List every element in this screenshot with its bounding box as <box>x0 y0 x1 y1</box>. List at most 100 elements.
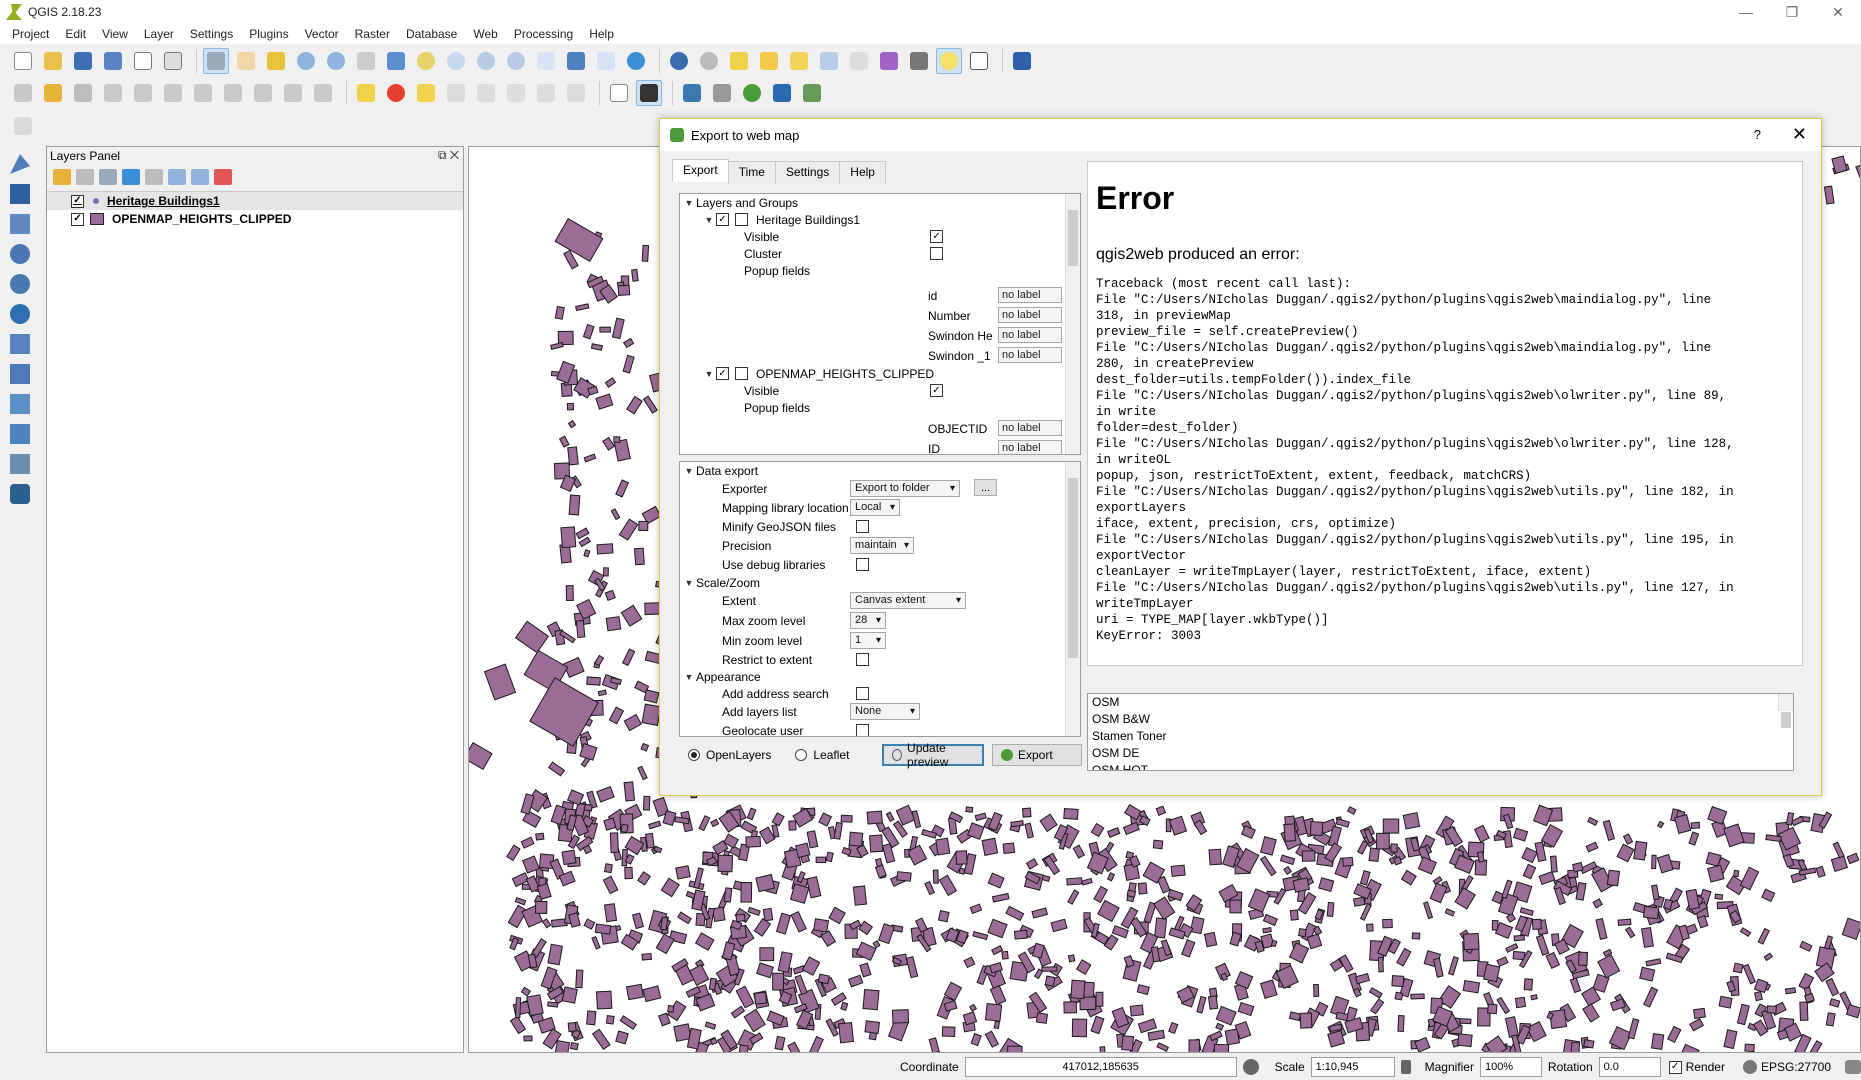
add-postgis-icon[interactable] <box>5 270 35 298</box>
menu-edit[interactable]: Edit <box>57 27 94 41</box>
new-map-view-icon[interactable] <box>533 48 559 74</box>
add-web-layer-icon[interactable] <box>799 80 825 106</box>
render-checkbox[interactable]: ✓ <box>1668 1060 1682 1074</box>
rotation-field[interactable]: 0.0 <box>1598 1057 1661 1077</box>
processing-toolbox-icon[interactable] <box>709 80 735 106</box>
basemap-item[interactable]: OSM <box>1088 694 1793 711</box>
dialog-help-button[interactable]: ? <box>1754 127 1761 142</box>
tree-scrollbar[interactable] <box>1065 194 1080 454</box>
tab-help[interactable]: Help <box>839 161 886 184</box>
layer-visibility-checkbox[interactable]: ✓ <box>71 212 84 226</box>
globe-dark-icon[interactable] <box>636 80 662 106</box>
select-features-icon[interactable] <box>726 48 752 74</box>
layer-visibility-checkbox[interactable]: ✓ <box>71 194 84 208</box>
basemap-scrollbar[interactable] <box>1778 694 1793 728</box>
field-label-input[interactable]: no label <box>998 287 1062 303</box>
paste-icon[interactable] <box>310 80 336 106</box>
add-spatialite-icon[interactable] <box>5 240 35 268</box>
attribute-table-icon[interactable] <box>816 48 842 74</box>
visible-checkbox[interactable]: ✓ <box>930 384 943 397</box>
cluster-checkbox[interactable] <box>930 247 943 260</box>
add-raster-layer-icon[interactable] <box>5 180 35 208</box>
touch-zoom-icon[interactable] <box>203 48 229 74</box>
magnifier-field[interactable]: 100% <box>1479 1057 1542 1077</box>
statistics-sigma-icon[interactable] <box>876 48 902 74</box>
save-project-icon[interactable] <box>70 48 96 74</box>
highlight-label-icon[interactable] <box>413 80 439 106</box>
menu-help[interactable]: Help <box>581 27 622 41</box>
help-context-icon[interactable] <box>1009 48 1035 74</box>
debug-checkbox[interactable] <box>856 558 869 571</box>
menu-settings[interactable]: Settings <box>182 27 241 41</box>
field-label-input[interactable]: no label <box>998 347 1062 363</box>
minzoom-select[interactable]: 1 <box>850 632 886 649</box>
zoom-to-selection-icon[interactable] <box>413 48 439 74</box>
settings-scrollbar[interactable] <box>1065 462 1080 736</box>
copy-icon[interactable] <box>280 80 306 106</box>
add-wms-icon[interactable] <box>5 300 35 328</box>
toggle-editing-icon[interactable] <box>40 80 66 106</box>
collapse-arrow-icon[interactable]: ▼ <box>682 198 696 208</box>
delete-selected-icon[interactable] <box>220 80 246 106</box>
collapse-arrow-icon[interactable]: ▼ <box>702 369 716 379</box>
close-button[interactable]: ✕ <box>1815 0 1861 24</box>
save-edits-icon[interactable] <box>70 80 96 106</box>
minimize-button[interactable]: — <box>1723 0 1769 24</box>
zoom-in-icon[interactable] <box>293 48 319 74</box>
cut-icon[interactable] <box>250 80 276 106</box>
basemap-item[interactable]: OSM DE <box>1088 745 1793 762</box>
expand-all-icon[interactable] <box>168 169 186 185</box>
dialog-close-button[interactable]: ✕ <box>1792 124 1807 145</box>
menu-database[interactable]: Database <box>398 27 465 41</box>
add-virtual-layer-icon[interactable] <box>5 390 35 418</box>
menu-project[interactable]: Project <box>4 27 57 41</box>
remove-layer-icon[interactable] <box>214 169 232 185</box>
crs-globe-icon[interactable] <box>1742 1060 1757 1074</box>
new-bookmark-icon[interactable] <box>563 48 589 74</box>
layer-item-openmap-heights[interactable]: ✓ OPENMAP_HEIGHTS_CLIPPED <box>47 210 463 228</box>
restore-button[interactable]: ❐ <box>1769 0 1815 24</box>
tab-settings[interactable]: Settings <box>774 161 841 184</box>
label-abc-icon[interactable] <box>353 80 379 106</box>
scale-combo[interactable]: 1:10,945 <box>1310 1057 1395 1077</box>
collapse-arrow-icon[interactable]: ▼ <box>682 466 696 476</box>
restrict-checkbox[interactable] <box>856 653 869 666</box>
collapse-arrow-icon[interactable]: ▼ <box>682 578 696 588</box>
run-feature-action-icon[interactable] <box>696 48 722 74</box>
move-feature-icon[interactable] <box>160 80 186 106</box>
composer-manager-icon[interactable] <box>160 48 186 74</box>
layer-include-checkbox[interactable]: ✓ <box>716 367 729 380</box>
menu-web[interactable]: Web <box>465 27 505 41</box>
node-tool-icon[interactable] <box>190 80 216 106</box>
refresh-icon[interactable] <box>623 48 649 74</box>
rotate-label-icon[interactable] <box>533 80 559 106</box>
basemap-item[interactable]: Stamen Toner <box>1088 728 1793 745</box>
zoom-native-icon[interactable] <box>353 48 379 74</box>
visible-checkbox[interactable]: ✓ <box>930 230 943 243</box>
zoom-to-layer-icon[interactable] <box>443 48 469 74</box>
new-project-icon[interactable] <box>10 48 36 74</box>
pin-label-icon[interactable] <box>443 80 469 106</box>
show-hide-label-icon[interactable] <box>473 80 499 106</box>
osm-icon[interactable] <box>5 480 35 508</box>
zoom-out-icon[interactable] <box>323 48 349 74</box>
new-print-composer-icon[interactable] <box>130 48 156 74</box>
layer-item-heritage-buildings[interactable]: ✓ Heritage Buildings1 <box>47 192 463 210</box>
graph-model-icon[interactable] <box>769 80 795 106</box>
new-shapefile-icon[interactable] <box>5 420 35 448</box>
save-as-icon[interactable] <box>100 48 126 74</box>
layer-include-checkbox[interactable]: ✓ <box>716 213 729 226</box>
layer-styling-icon[interactable] <box>53 169 71 185</box>
openlayers-radio[interactable] <box>688 749 700 761</box>
panel-float-close-icon[interactable]: ⧉ ✕ <box>438 148 459 163</box>
measure-icon[interactable] <box>906 48 932 74</box>
zoom-next-icon[interactable] <box>503 48 529 74</box>
menu-processing[interactable]: Processing <box>506 27 581 41</box>
show-bookmarks-icon[interactable] <box>593 48 619 74</box>
current-edits-icon[interactable] <box>10 80 36 106</box>
precision-select[interactable]: maintain <box>850 537 914 554</box>
collapse-arrow-icon[interactable]: ▼ <box>682 672 696 682</box>
manage-map-themes-icon[interactable] <box>99 169 117 185</box>
exporter-select[interactable]: Export to folder <box>850 480 960 497</box>
field-label-input[interactable]: no label <box>998 420 1062 436</box>
